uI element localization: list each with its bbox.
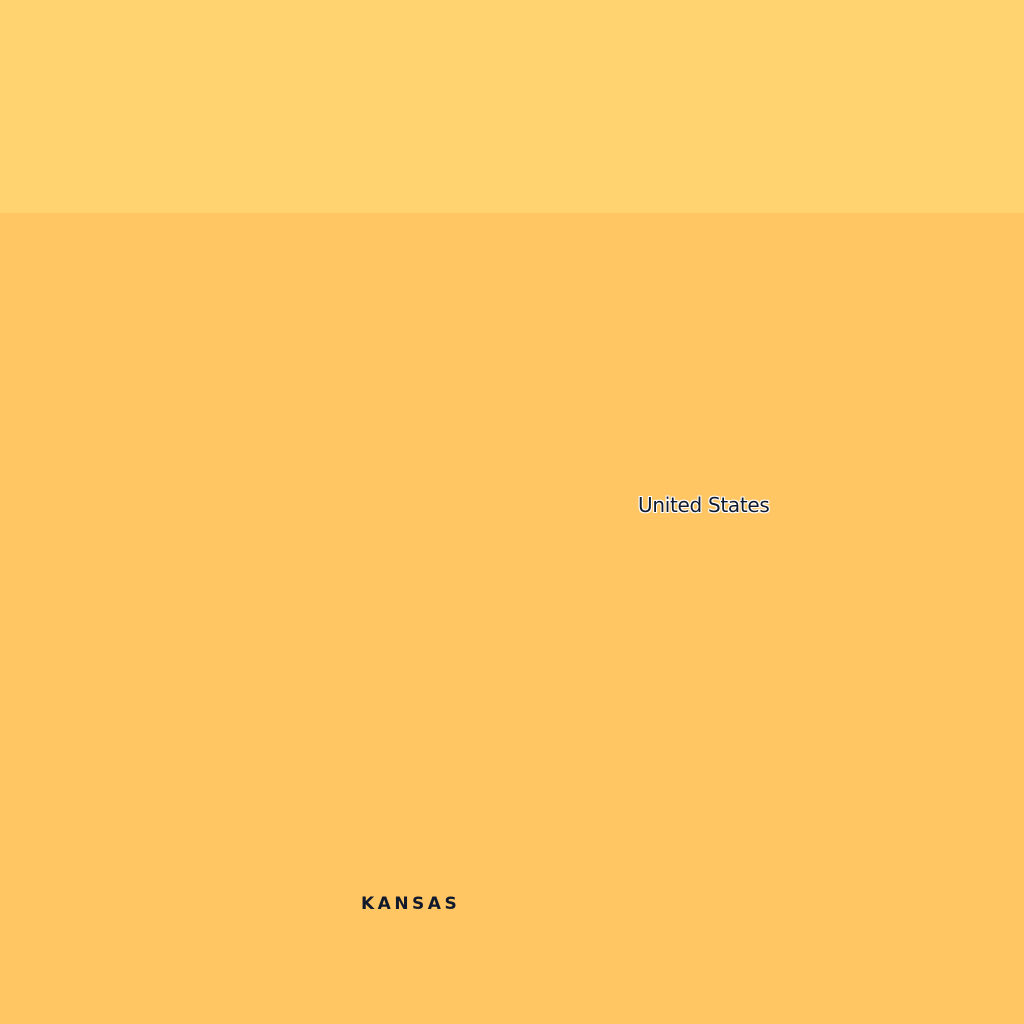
map-canvas[interactable]: United States KANSAS [0, 0, 1024, 1024]
map-region-main [0, 213, 1024, 1024]
country-label: United States [638, 493, 770, 517]
map-region-north [0, 0, 1024, 213]
state-label: KANSAS [361, 894, 461, 914]
